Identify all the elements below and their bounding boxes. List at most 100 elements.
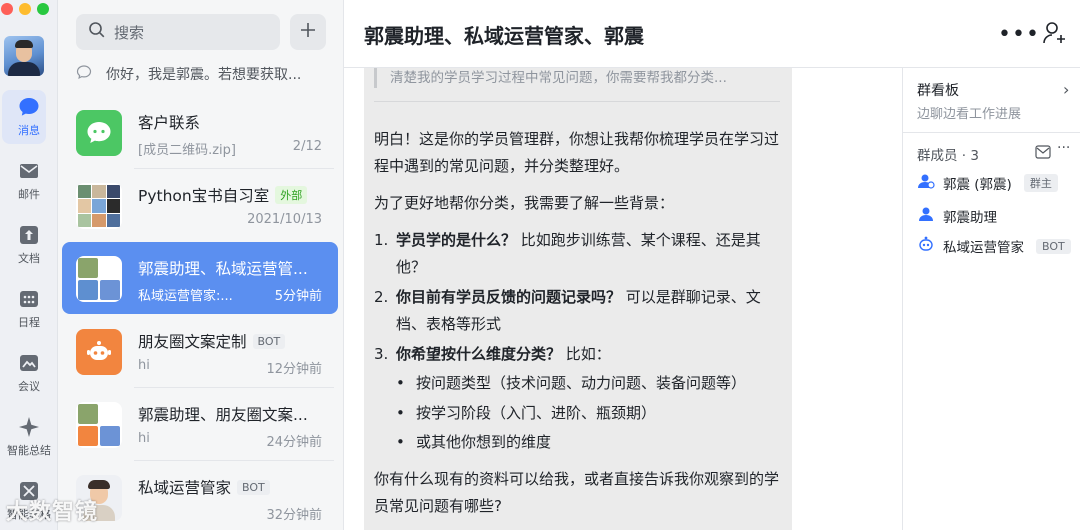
- user-avatar[interactable]: [4, 36, 44, 76]
- bot-tag: BOT: [252, 334, 286, 349]
- group-info-panel: 群看板 边聊边看工作进展 › 群成员 · 3 ··· 郭震 (郭震) 群主 郭震…: [902, 68, 1080, 530]
- group-avatar: [76, 402, 122, 448]
- chat-name: 客户联系: [138, 114, 201, 132]
- plus-icon: [299, 21, 317, 43]
- rail-label: 智能总结: [7, 444, 51, 457]
- divider: [903, 132, 1080, 133]
- chat-item-customer-contact[interactable]: 客户联系 [成员二维码.zip] 2/12: [62, 96, 338, 168]
- more-options-icon[interactable]: •••: [998, 22, 1040, 47]
- chat-bubble-icon: [76, 64, 92, 84]
- rail-item-mail[interactable]: 邮件: [0, 160, 58, 202]
- chat-time: 2021/10/13: [247, 212, 322, 227]
- zoom-window-button[interactable]: [37, 3, 49, 15]
- conversation-header: 郭震助理、私域运营管家、郭震 •••: [344, 0, 1080, 68]
- chat-preview: hi: [138, 358, 150, 373]
- rail-label: 消息: [18, 124, 40, 137]
- conversation-panel: 郭震助理、私域运营管家、郭震 ••• 清楚我的学员学习过程中常见问题，你需要帮我…: [344, 0, 1080, 530]
- mail-icon[interactable]: [1035, 144, 1051, 163]
- watermark: 大数智镜: [6, 500, 99, 525]
- chat-preview: [成员二维码.zip]: [138, 143, 236, 158]
- chat-name: Python宝书自习室 外部: [138, 184, 308, 206]
- rail-item-meeting[interactable]: 会议: [0, 352, 58, 394]
- wechat-icon: [76, 110, 122, 156]
- robot-avatar-icon: [76, 329, 122, 375]
- quoted-text: 清楚我的学员学习过程中常见问题，你需要帮我都分类...: [390, 70, 727, 86]
- members-title: 群成员 · 3: [917, 148, 979, 164]
- user-admin-icon: [917, 172, 935, 194]
- list-number: 2.: [374, 288, 389, 306]
- rail-item-calendar[interactable]: 日程: [0, 288, 58, 330]
- left-rail: 消息 邮件 文档 日程 会议 智能总结 智能表格: [0, 0, 58, 530]
- chat-item-python-room[interactable]: Python宝书自习室 外部 2021/10/13: [62, 169, 338, 241]
- external-tag: 外部: [275, 186, 308, 204]
- member-item[interactable]: 郭震助理: [917, 205, 997, 227]
- message-bubble: 清楚我的学员学习过程中常见问题，你需要帮我都分类... 明白！这是你的学员管理群…: [364, 68, 792, 530]
- user-icon: [917, 205, 935, 227]
- quoted-message[interactable]: 清楚我的学员学习过程中常见问题，你需要帮我都分类...: [374, 68, 780, 102]
- group-board-title[interactable]: 群看板: [917, 80, 959, 100]
- question-item: 学员学的是什么？ 比如跑步训练营、某个课程、还是其他？: [396, 231, 761, 276]
- question-item: 你目前有学员反馈的问题记录吗？ 可以是群聊记录、文档、表格等形式: [396, 288, 761, 333]
- bullet-item: 按问题类型（技术问题、动力问题、装备问题等）: [416, 374, 747, 392]
- chat-item-moments-copy[interactable]: 朋友圈文案定制 BOT hi 12分钟前: [62, 315, 338, 387]
- chat-time: 2/12: [292, 139, 322, 154]
- rail-label: 邮件: [18, 188, 40, 201]
- question-item: 你希望按什么维度分类？ 比如：: [396, 345, 611, 363]
- calendar-icon: [18, 288, 40, 310]
- member-item[interactable]: 私域运营管家 BOT: [917, 235, 1071, 257]
- mail-icon: [18, 160, 40, 182]
- owner-tag: 群主: [1023, 174, 1058, 192]
- rail-label: 文档: [18, 252, 40, 265]
- message-closing: 你有什么现有的资料可以给我，或者直接告诉我你观察到的学员常见问题有哪些?: [374, 470, 780, 515]
- message-intro: 明白！这是你的学员管理群，你想让我帮你梳理学员在学习过程中遇到的常见问题，并分类…: [374, 130, 780, 175]
- chat-time: 5分钟前: [274, 289, 322, 304]
- pinned-preview[interactable]: 你好，我是郭震。若想要获取...: [76, 64, 342, 84]
- bullet-item: 或其他你想到的维度: [416, 433, 552, 451]
- conversation-title: 郭震助理、私域运营管家、郭震: [364, 24, 644, 48]
- chat-time: 12分钟前: [266, 362, 322, 377]
- rail-item-ai-summary[interactable]: 智能总结: [0, 416, 58, 458]
- minimize-window-button[interactable]: [19, 3, 31, 15]
- list-number: 3.: [374, 345, 389, 363]
- bullet-item: 按学习阶段（入门、进阶、瓶颈期）: [416, 404, 657, 422]
- message-icon: [18, 96, 40, 118]
- chat-list-panel: 搜索 你好，我是郭震。若想要获取... 客户联系 [成员二维码.zip] 2/1…: [58, 0, 344, 530]
- member-name: 私域运营管家: [943, 240, 1024, 256]
- member-name: 郭震助理: [943, 210, 997, 226]
- member-name: 郭震 (郭震): [943, 177, 1012, 193]
- pinned-preview-text: 你好，我是郭震。若想要获取...: [106, 67, 302, 83]
- bullet-dot: •: [396, 404, 405, 422]
- window-controls: [1, 3, 49, 15]
- chat-name: 私域运营管家 BOT: [138, 476, 270, 498]
- search-icon: [88, 21, 106, 43]
- bullet-dot: •: [396, 433, 405, 451]
- rail-item-messages[interactable]: 消息: [0, 96, 58, 138]
- group-board-subtitle: 边聊边看工作进展: [917, 107, 1022, 122]
- chat-preview: hi: [138, 431, 150, 446]
- chat-item-assistant-moments[interactable]: 郭震助理、朋友圈文案... hi 24分钟前: [62, 388, 338, 460]
- doc-icon: [18, 224, 40, 246]
- search-placeholder: 搜索: [114, 23, 145, 42]
- bot-tag: BOT: [1036, 238, 1071, 254]
- chat-name: 郭震助理、朋友圈文案...: [138, 406, 308, 424]
- chat-name: 朋友圈文案定制 BOT: [138, 330, 286, 352]
- sparkle-icon: [18, 416, 40, 438]
- chat-time: 32分钟前: [266, 508, 322, 523]
- search-input[interactable]: 搜索: [76, 14, 280, 50]
- chevron-right-icon[interactable]: ›: [1063, 80, 1069, 99]
- more-options-icon[interactable]: ···: [1057, 140, 1070, 156]
- chat-preview: 私域运营管家:...: [138, 289, 233, 304]
- bot-icon: [917, 235, 935, 257]
- member-item[interactable]: 郭震 (郭震) 群主: [917, 172, 1058, 194]
- bot-tag: BOT: [237, 480, 270, 495]
- message-background: 为了更好地帮你分类，我需要了解一些背景：: [374, 194, 675, 212]
- chat-time: 24分钟前: [266, 435, 322, 450]
- add-member-icon[interactable]: [1042, 20, 1068, 50]
- rail-item-docs[interactable]: 文档: [0, 224, 58, 266]
- chat-item-private-ops[interactable]: 私域运营管家 BOT 32分钟前: [62, 461, 338, 530]
- chat-item-current-group[interactable]: 郭震助理、私域运营管... 私域运营管家:... 5分钟前: [62, 242, 338, 314]
- close-window-button[interactable]: [1, 3, 13, 15]
- rail-label: 会议: [18, 380, 40, 393]
- list-number: 1.: [374, 231, 389, 249]
- add-button[interactable]: [290, 14, 326, 50]
